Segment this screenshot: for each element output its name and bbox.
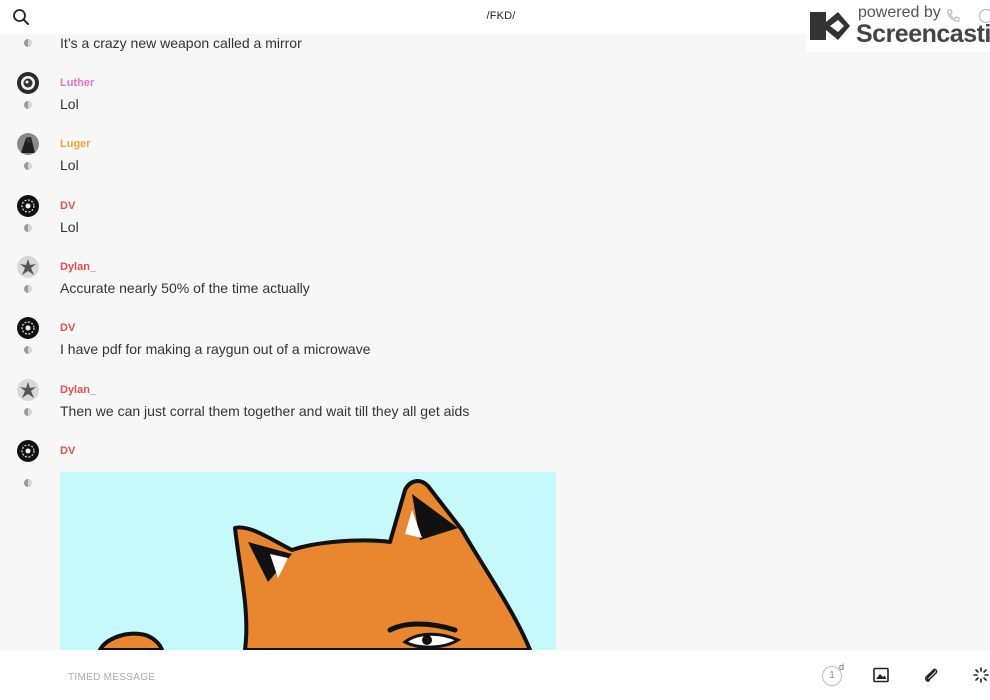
message-item: DV Lol: [0, 195, 990, 255]
status-indicator: [24, 162, 32, 170]
info-icon: [978, 8, 990, 24]
cat-illustration: [97, 479, 532, 650]
message-text: Accurate nearly 50% of the time actually: [60, 280, 310, 296]
username[interactable]: Dylan_: [60, 384, 96, 396]
message-item: Dylan_ Accurate nearly 50% of the time a…: [0, 256, 990, 316]
image-upload-button[interactable]: [872, 666, 890, 684]
avatar[interactable]: [17, 317, 39, 339]
status-indicator: [24, 224, 32, 232]
username[interactable]: DV: [60, 200, 75, 212]
status-indicator: [24, 479, 32, 487]
brand-text: Screencastify: [856, 20, 990, 48]
avatar[interactable]: [17, 440, 39, 462]
message-text: Lol: [60, 96, 79, 112]
screencastify-logo-icon: [810, 12, 850, 40]
message-item: Luger Lol: [0, 133, 990, 193]
avatar[interactable]: [17, 379, 39, 401]
username[interactable]: DV: [60, 322, 75, 334]
avatar[interactable]: [17, 72, 39, 94]
avatar[interactable]: [17, 256, 39, 278]
status-indicator: [24, 408, 32, 416]
message-text: Lol: [60, 219, 79, 235]
username[interactable]: Luger: [60, 138, 91, 150]
avatar[interactable]: [17, 195, 39, 217]
image-icon: [873, 667, 889, 683]
phone-icon: [947, 9, 960, 22]
status-indicator: [24, 346, 32, 354]
message-item: Dylan_ Then we can just corral them toge…: [0, 379, 990, 439]
message-text: Then we can just corral them together an…: [60, 403, 470, 419]
username[interactable]: Dylan_: [60, 261, 96, 273]
message-text: It’s a crazy new weapon called a mirror: [60, 35, 302, 51]
paperclip-icon: [925, 668, 938, 682]
username[interactable]: DV: [60, 445, 75, 457]
message-list[interactable]: It’s a crazy new weapon called a mirror …: [0, 34, 990, 650]
spinner-icon: [973, 667, 989, 683]
message-item: Luther Lol: [0, 72, 990, 132]
attach-file-button[interactable]: [922, 666, 940, 684]
timer-unit: d: [839, 662, 845, 672]
message-timer-button[interactable]: 1 d: [822, 662, 848, 690]
status-indicator: [24, 285, 32, 293]
message-item: DV I have pdf for making a raygun out of…: [0, 317, 990, 377]
avatar[interactable]: [17, 133, 39, 155]
message-text: Lol: [60, 157, 79, 173]
timed-message-input[interactable]: [66, 667, 770, 687]
username[interactable]: Luther: [60, 77, 94, 89]
status-indicator: [24, 101, 32, 109]
image-attachment[interactable]: [60, 472, 556, 650]
loading-indicator: [972, 666, 990, 684]
status-indicator: [24, 39, 32, 47]
message-text: I have pdf for making a raygun out of a …: [60, 341, 371, 357]
screencastify-watermark: powered by Screencastify: [806, 0, 990, 52]
